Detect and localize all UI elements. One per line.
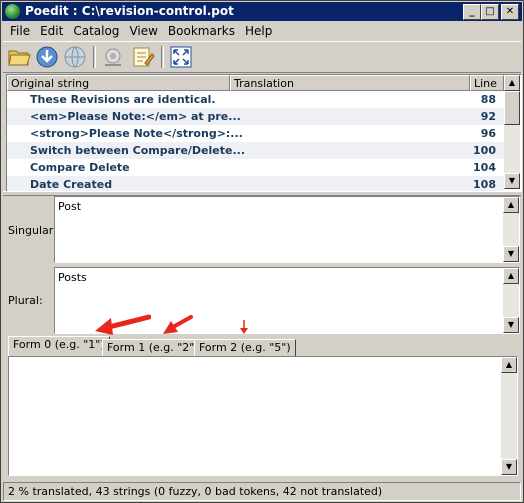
maximize-button[interactable]: □ <box>481 4 499 20</box>
row-line: 104 <box>473 161 496 174</box>
toolbar-separator <box>161 46 164 68</box>
scroll-up-icon[interactable]: ▲ <box>501 357 517 373</box>
fullscreen-icon[interactable] <box>169 45 193 69</box>
red-arrow-icon <box>95 314 151 335</box>
list-row[interactable]: These Revisions are identical. 88 <box>7 91 504 108</box>
open-folder-icon[interactable] <box>7 45 31 69</box>
update-catalog-icon[interactable] <box>101 45 125 69</box>
toolbar-separator <box>93 46 96 68</box>
row-original: Switch between Compare/Delete... <box>30 144 245 157</box>
menu-catalog[interactable]: Catalog <box>68 22 124 38</box>
row-line: 108 <box>473 178 496 191</box>
plural-scrollbar[interactable]: ▲ ▼ <box>503 268 519 333</box>
row-line: 96 <box>480 127 496 140</box>
title-bar[interactable]: Poedit : C:\revision-control.pot _ □ ✕ <box>2 2 522 21</box>
scroll-up-icon[interactable]: ▲ <box>503 268 519 284</box>
singular-value: Post <box>58 200 82 213</box>
list-row[interactable]: <em>Please Note:</em> at pre... 92 <box>7 108 504 125</box>
save-download-icon[interactable] <box>35 45 59 69</box>
globe-icon[interactable] <box>63 45 87 69</box>
poedit-window: Poedit : C:\revision-control.pot _ □ ✕ F… <box>0 0 524 503</box>
tab-form-0[interactable]: Form 0 (e.g. "1") <box>8 336 110 357</box>
menu-view[interactable]: View <box>124 22 162 38</box>
window-title: Poedit : C:\revision-control.pot <box>25 4 234 18</box>
scroll-up-icon[interactable]: ▲ <box>504 75 520 91</box>
translation-editor[interactable]: ▲ ▼ <box>8 356 518 476</box>
scroll-down-icon[interactable]: ▼ <box>504 173 520 189</box>
row-line: 88 <box>480 93 496 106</box>
plural-value: Posts <box>58 271 87 284</box>
minimize-button[interactable]: _ <box>463 4 481 20</box>
red-arrow-icon <box>163 315 193 334</box>
poedit-app-icon <box>5 4 20 19</box>
menu-bar: File Edit Catalog View Bookmarks Help <box>5 22 277 40</box>
list-rows: These Revisions are identical. 88 <em>Ple… <box>7 91 504 191</box>
toolbar <box>3 41 521 73</box>
singular-label: Singular: <box>8 224 57 237</box>
column-original-string[interactable]: Original string <box>7 75 230 91</box>
tab-form-1[interactable]: Form 1 (e.g. "2") <box>102 339 204 357</box>
list-scrollbar[interactable]: ▲ ▼ <box>504 75 520 189</box>
row-original: These Revisions are identical. <box>30 93 216 106</box>
menu-help[interactable]: Help <box>240 22 277 38</box>
scroll-up-icon[interactable]: ▲ <box>503 197 519 213</box>
scroll-down-icon[interactable]: ▼ <box>501 459 517 475</box>
scroll-down-icon[interactable]: ▼ <box>503 317 519 333</box>
list-row[interactable]: Switch between Compare/Delete... 100 <box>7 142 504 159</box>
row-original: Compare Delete <box>30 161 130 174</box>
row-original: <em>Please Note:</em> at pre... <box>30 110 241 123</box>
row-original: <strong>Please Note</strong>:... <box>30 127 243 140</box>
scroll-down-icon[interactable]: ▼ <box>503 246 519 262</box>
red-arrow-icon <box>240 320 248 334</box>
column-translation[interactable]: Translation <box>230 75 470 91</box>
editor-scrollbar[interactable]: ▲ ▼ <box>501 357 517 475</box>
close-button[interactable]: ✕ <box>501 4 519 20</box>
status-bar: 2 % translated, 43 strings (0 fuzzy, 0 b… <box>3 482 521 501</box>
menu-bookmarks[interactable]: Bookmarks <box>163 22 240 38</box>
row-line: 92 <box>480 110 496 123</box>
tab-form-2[interactable]: Form 2 (e.g. "5") <box>194 339 296 357</box>
list-row[interactable]: <strong>Please Note</strong>:... 96 <box>7 125 504 142</box>
row-line: 100 <box>473 144 496 157</box>
menu-edit[interactable]: Edit <box>35 22 68 38</box>
list-row[interactable]: Compare Delete 104 <box>7 159 504 176</box>
menu-file[interactable]: File <box>5 22 35 38</box>
plural-label: Plural: <box>8 294 43 307</box>
singular-scrollbar[interactable]: ▲ ▼ <box>503 197 519 262</box>
column-line[interactable]: Line <box>470 75 504 91</box>
scrollbar-thumb[interactable] <box>504 91 520 125</box>
row-original: Date Created <box>30 178 113 191</box>
list-row[interactable]: Date Created 108 <box>7 176 504 191</box>
strings-list[interactable]: Original string Translation Line These R… <box>6 74 522 192</box>
singular-field[interactable]: Post ▲ ▼ <box>54 196 520 263</box>
edit-comment-icon[interactable] <box>131 45 155 69</box>
